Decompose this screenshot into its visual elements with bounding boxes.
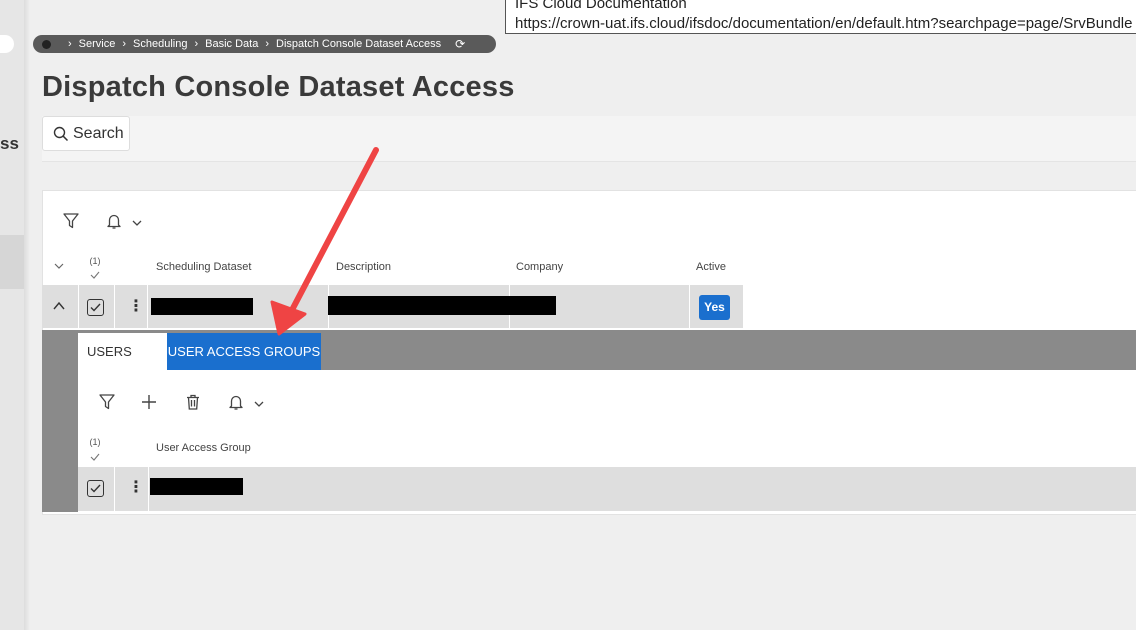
check-small-icon[interactable] bbox=[90, 453, 100, 461]
check-small-icon[interactable] bbox=[90, 271, 100, 279]
chevron-down-icon bbox=[132, 220, 142, 226]
cell-divider bbox=[114, 467, 115, 511]
search-button-label: Search bbox=[73, 124, 124, 142]
column-header-company[interactable]: Company bbox=[516, 261, 563, 273]
breadcrumb-item-current: Dispatch Console Dataset Access bbox=[276, 38, 442, 50]
chevron-right-icon: › bbox=[122, 38, 127, 50]
tooltip-url: https://crown-uat.ifs.cloud/ifsdoc/docum… bbox=[515, 15, 1133, 32]
chevron-right-icon: › bbox=[265, 38, 270, 50]
column-header-description[interactable]: Description bbox=[336, 261, 391, 273]
plus-icon bbox=[142, 395, 156, 409]
selection-count: (1) bbox=[89, 256, 101, 266]
checkmark-icon bbox=[90, 303, 101, 312]
search-button[interactable]: Search bbox=[42, 116, 130, 151]
navigator-shadow bbox=[24, 0, 30, 630]
add-button[interactable] bbox=[139, 392, 159, 412]
filter-button[interactable] bbox=[61, 211, 81, 231]
tab-users[interactable]: USERS bbox=[78, 333, 167, 370]
documentation-tooltip: IFS Cloud Documentation https://crown-ua… bbox=[505, 0, 1136, 34]
page-title: Dispatch Console Dataset Access bbox=[42, 71, 515, 103]
tab-user-access-groups[interactable]: USER ACCESS GROUPS bbox=[167, 333, 321, 370]
redacted-user-access-group bbox=[150, 478, 243, 495]
column-header-scheduling-dataset[interactable]: Scheduling Dataset bbox=[156, 261, 251, 273]
breadcrumb-item-basic-data[interactable]: Basic Data bbox=[205, 35, 258, 53]
detail-filter-button[interactable] bbox=[97, 392, 117, 412]
navigator-selected-item[interactable] bbox=[0, 235, 24, 289]
cell-divider bbox=[689, 285, 690, 328]
filter-icon bbox=[63, 213, 79, 229]
cell-divider bbox=[114, 285, 115, 328]
detail-notification-button[interactable] bbox=[226, 392, 266, 412]
filter-icon bbox=[99, 394, 115, 410]
expand-all-chevron-icon[interactable] bbox=[53, 260, 65, 272]
column-header-active[interactable]: Active bbox=[696, 261, 726, 273]
cell-divider bbox=[147, 285, 148, 328]
collapse-row-chevron-icon[interactable] bbox=[52, 300, 66, 312]
navigator-rail: ss bbox=[0, 0, 24, 630]
tooltip-title: IFS Cloud Documentation bbox=[515, 0, 687, 12]
search-panel bbox=[42, 116, 1136, 162]
navigator-label-fragment: ss bbox=[0, 134, 19, 153]
redacted-description bbox=[328, 296, 556, 315]
chevron-right-icon: › bbox=[194, 38, 199, 50]
delete-button[interactable] bbox=[183, 392, 203, 412]
bell-icon bbox=[107, 214, 121, 229]
detail-row-more-options-icon[interactable]: ⋮ bbox=[128, 480, 144, 496]
search-icon bbox=[53, 126, 69, 141]
redacted-scheduling-dataset bbox=[151, 298, 253, 315]
detail-selection-count: (1) bbox=[89, 437, 101, 447]
breadcrumb: › Service › Scheduling › Basic Data › Di… bbox=[33, 35, 496, 53]
refresh-icon[interactable]: ⟳ bbox=[455, 35, 465, 53]
active-status-badge: Yes bbox=[699, 295, 730, 320]
row-checkbox[interactable] bbox=[87, 299, 104, 316]
row-more-options-icon[interactable]: ⋮ bbox=[128, 299, 144, 315]
detail-row-checkbox[interactable] bbox=[87, 480, 104, 497]
cell-divider bbox=[78, 285, 79, 328]
checkmark-icon bbox=[90, 484, 101, 493]
trash-icon bbox=[187, 394, 199, 410]
chevron-right-icon: › bbox=[68, 38, 72, 50]
chevron-down-icon bbox=[254, 401, 264, 407]
breadcrumb-item-scheduling[interactable]: Scheduling bbox=[133, 35, 187, 53]
notification-button[interactable] bbox=[104, 211, 144, 231]
column-header-user-access-group[interactable]: User Access Group bbox=[156, 442, 251, 454]
navigator-collapse-pill[interactable] bbox=[0, 35, 14, 53]
cell-divider bbox=[148, 467, 149, 511]
bell-icon bbox=[229, 395, 243, 410]
breadcrumb-item-service[interactable]: Service bbox=[79, 35, 116, 53]
home-icon[interactable] bbox=[42, 39, 51, 49]
